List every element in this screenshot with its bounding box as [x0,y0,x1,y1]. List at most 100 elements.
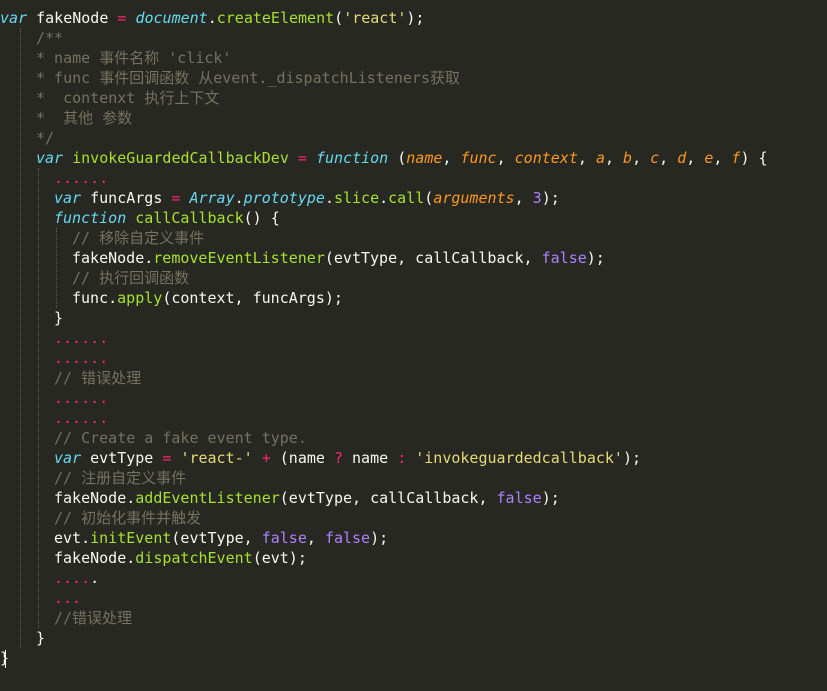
code-line[interactable]: // 错误处理 [54,368,141,388]
code-line[interactable]: * func 事件回调函数 从event._dispatchListeners获… [36,68,460,88]
code-line[interactable]: fakeNode.addEventListener(evtType, callC… [54,488,560,508]
code-line[interactable]: */ [36,128,54,148]
code-token: a [595,149,605,167]
code-token: , [496,149,515,167]
code-token: 3 [532,189,542,207]
code-token: createElement [216,9,335,27]
code-line[interactable]: ...... [54,388,108,408]
code-line[interactable]: } [54,308,63,328]
code-token: false [496,489,542,507]
code-token: ); [622,449,642,467]
code-token: var [36,149,64,167]
code-token: , [577,149,596,167]
code-line[interactable]: var fakeNode = document.createElement('r… [0,8,424,28]
code-line[interactable]: ... [54,588,81,608]
code-token: d [677,149,687,167]
code-line[interactable]: // 初始化事件并触发 [54,508,201,528]
code-line[interactable]: var invokeGuardedCallbackDev = function … [36,148,768,168]
code-token: , [306,529,325,547]
code-line[interactable]: /** [36,28,63,48]
code-token: (evtType, callCallback, [324,249,542,267]
code-token: name [343,449,398,467]
code-line[interactable]: // Create a fake event type. [54,428,307,448]
code-token: name [406,149,443,167]
code-token: // 执行回调函数 [72,269,190,287]
code-token: arguments [433,189,515,207]
code-token: . [324,189,334,207]
code-token: () { [243,209,280,227]
code-token: fakeNode. [54,549,136,567]
code-token: dispatchEvent [135,549,253,567]
code-token: . [207,9,217,27]
code-token: ( [424,189,434,207]
code-token: 'react' [343,9,407,27]
code-token: fakeNode [27,9,118,27]
code-token: var [54,449,82,467]
code-token: . [234,189,244,207]
code-token: evt. [54,529,91,547]
code-token: context [514,149,578,167]
code-token: ) { [740,149,768,167]
code-line[interactable]: * 其他 参数 [36,108,132,128]
code-line[interactable]: * contenxt 执行上下文 [36,88,219,108]
code-line[interactable]: ...... [54,168,108,188]
code-token: (name [270,449,334,467]
code-token: fakeNode. [54,489,136,507]
code-token: // 移除自定义事件 [72,229,205,247]
code-token: * 其他 参数 [36,109,133,127]
code-token: var [54,189,82,207]
code-line[interactable]: // 执行回调函数 [72,268,189,288]
code-token: ? [333,449,343,467]
code-line[interactable]: * name 事件名称 'click' [36,48,231,68]
code-token: removeEventListener [153,249,325,267]
code-token: //错误处理 [54,609,133,627]
code-token: ); [541,189,560,207]
code-token: func. [72,289,118,307]
indent-guide [38,168,39,628]
code-line[interactable]: func.apply(context, funcArgs); [72,288,343,308]
code-token: // 注册自定义事件 [54,469,187,487]
code-token: , [442,149,461,167]
code-token: document [135,9,208,27]
code-token: , [686,149,705,167]
code-token: Array [189,189,235,207]
indent-guide [56,228,57,308]
code-line[interactable]: // 注册自定义事件 [54,468,186,488]
code-token: ...... [54,389,109,407]
code-token: func [460,149,497,167]
code-token: ( [388,149,407,167]
code-token: * name 事件名称 'click' [36,49,232,67]
code-token: funcArgs [81,189,172,207]
code-line[interactable]: ...... [54,328,108,348]
code-line[interactable]: var evtType = 'react-' + (name ? name : … [54,448,641,468]
code-token: prototype [243,189,325,207]
code-token: = [297,149,307,167]
code-token: * contenxt 执行上下文 [36,89,220,107]
code-token: /** [36,29,64,47]
code-line[interactable]: evt.initEvent(evtType, false, false); [54,528,388,548]
code-token: . [90,569,100,587]
code-line[interactable]: } [36,628,45,648]
code-line[interactable]: fakeNode.removeEventListener(evtType, ca… [72,248,605,268]
code-line[interactable]: ...... [54,348,108,368]
code-line[interactable]: ...... [54,408,108,428]
text-cursor [5,650,6,668]
code-line[interactable]: ..... [54,568,99,588]
code-line[interactable]: fakeNode.dispatchEvent(evt); [54,548,307,568]
code-token: ); [586,249,605,267]
code-token: : [397,449,407,467]
code-token: var [0,9,28,27]
code-line[interactable]: // 移除自定义事件 [72,228,204,248]
code-line[interactable]: var funcArgs = Array.prototype.slice.cal… [54,188,560,208]
code-token: } [54,309,64,327]
code-token: ( [334,9,344,27]
code-editor[interactable]: var fakeNode = document.createElement('r… [0,0,827,691]
code-line[interactable]: //错误处理 [54,608,132,628]
code-line[interactable]: function callCallback() { [54,208,280,228]
code-token: fakeNode. [72,249,154,267]
